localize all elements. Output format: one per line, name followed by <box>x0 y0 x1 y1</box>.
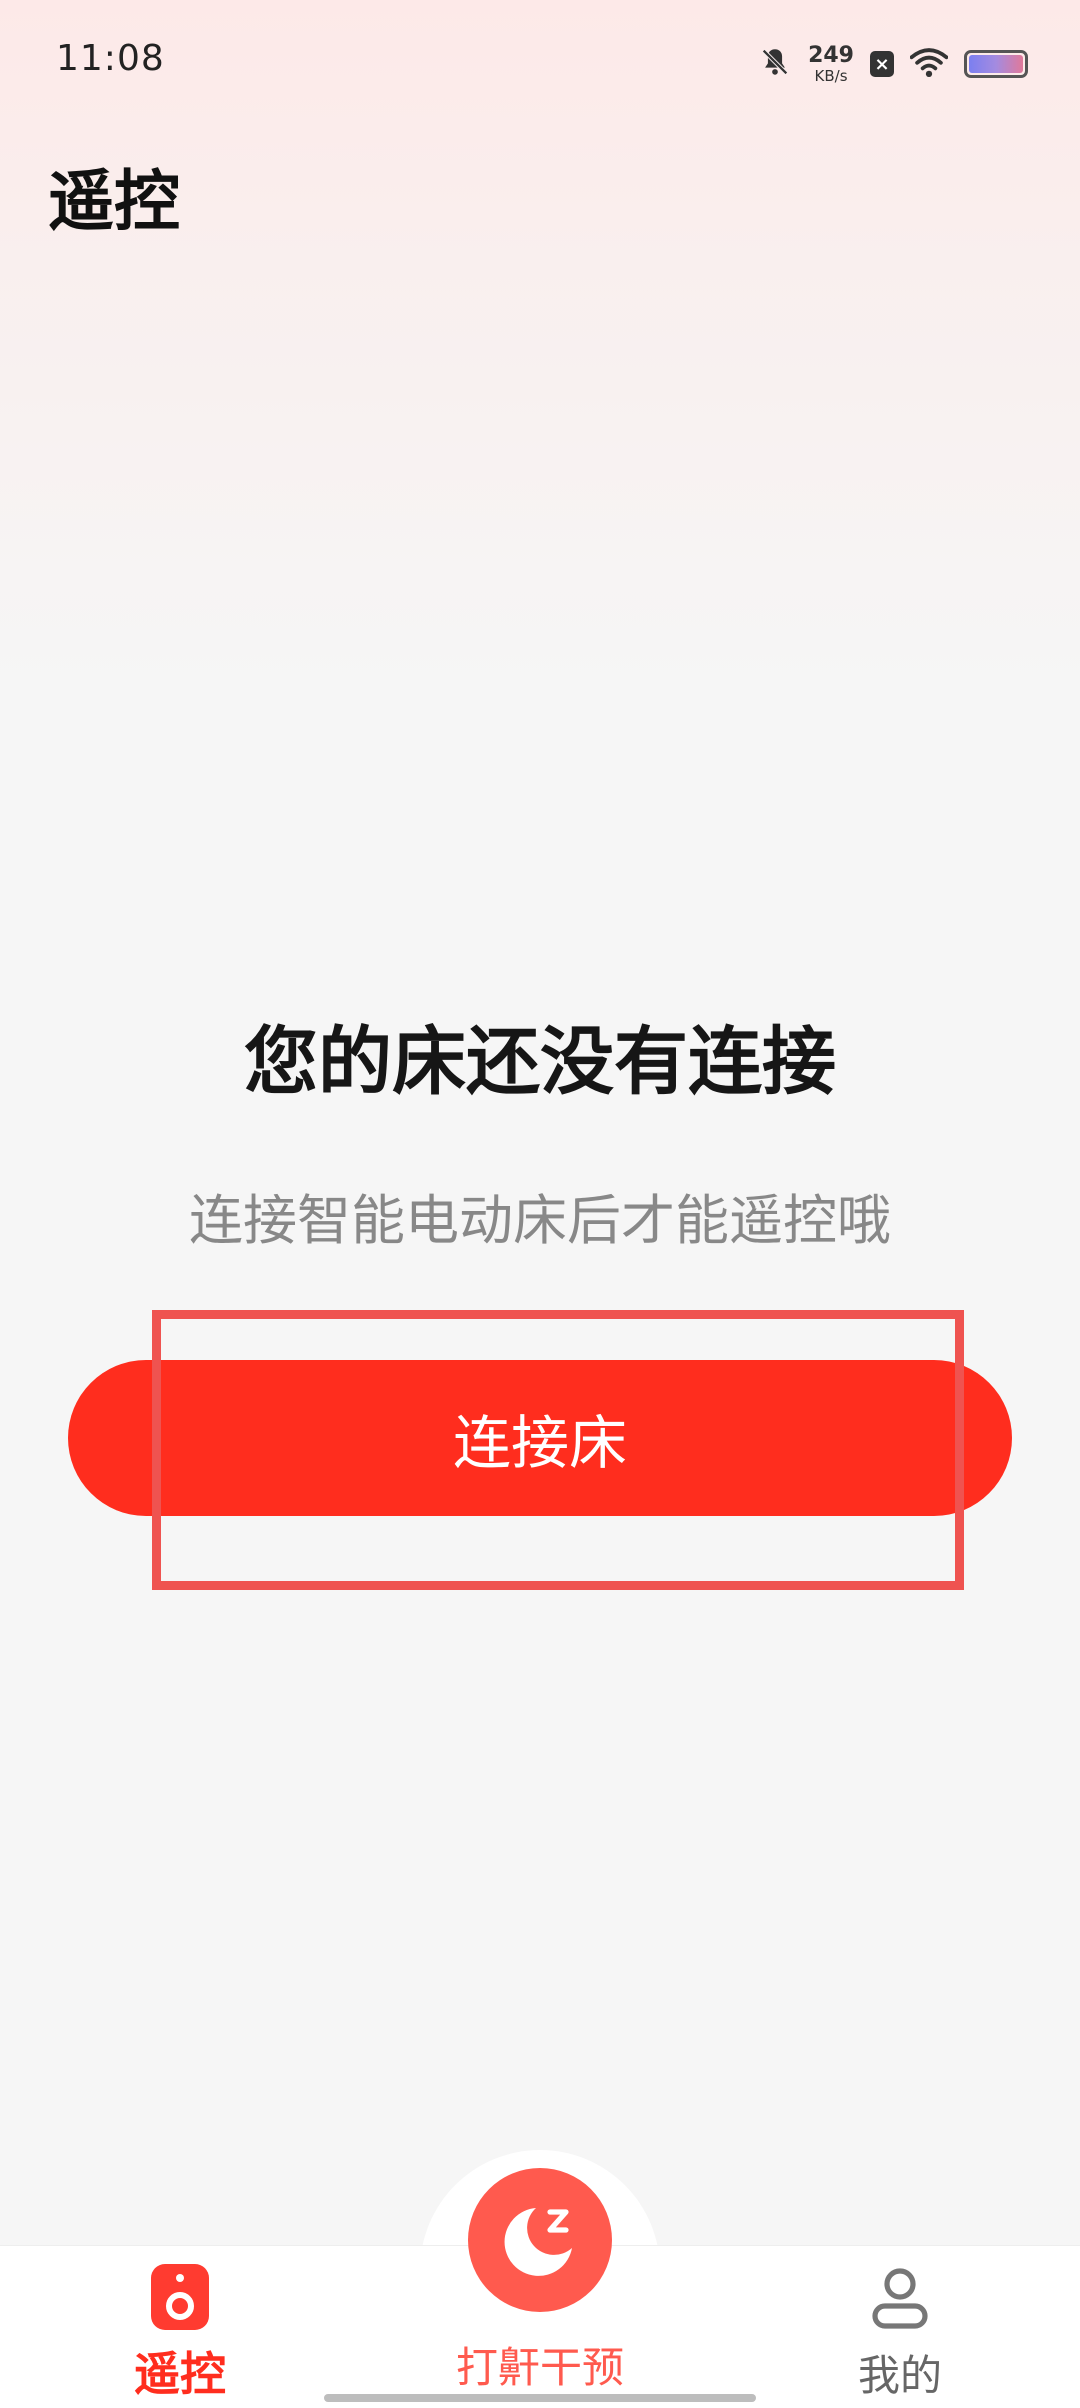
nav-item-mine[interactable]: 我的 <box>820 2266 980 2403</box>
battery-icon <box>964 50 1028 78</box>
connect-bed-button[interactable]: 连接床 <box>68 1360 1012 1516</box>
status-icons: 249 KB/s × <box>758 40 1028 88</box>
wifi-icon <box>909 46 949 82</box>
sim-badge: × <box>870 51 894 77</box>
page-title: 遥控 <box>48 163 180 240</box>
network-speed-value: 249 <box>808 42 854 68</box>
nav-item-snore-intervention[interactable]: 打鼾干预 <box>420 2168 660 2395</box>
empty-state-title: 您的床还没有连接 <box>244 1019 836 1105</box>
nav-label-snore-intervention: 打鼾干预 <box>455 2343 624 2392</box>
nav-label-remote: 遥控 <box>134 2347 226 2401</box>
home-indicator[interactable] <box>324 2394 756 2402</box>
nav-label-mine: 我的 <box>857 2351 942 2400</box>
nav-item-remote[interactable]: 遥控 <box>100 2264 260 2404</box>
network-speed-unit: KB/s <box>814 66 848 85</box>
status-bar: 11:08 249 KB/s × <box>0 0 1080 120</box>
remote-icon <box>151 2264 209 2330</box>
battery-level <box>969 55 1023 73</box>
bell-off-icon <box>758 45 792 83</box>
status-time: 11:08 <box>56 38 165 79</box>
network-speed: 249 KB/s <box>808 42 854 85</box>
empty-state-subtitle: 连接智能电动床后才能遥控哦 <box>189 1189 891 1252</box>
user-icon <box>870 2266 930 2334</box>
moon-z-icon <box>468 2168 612 2312</box>
